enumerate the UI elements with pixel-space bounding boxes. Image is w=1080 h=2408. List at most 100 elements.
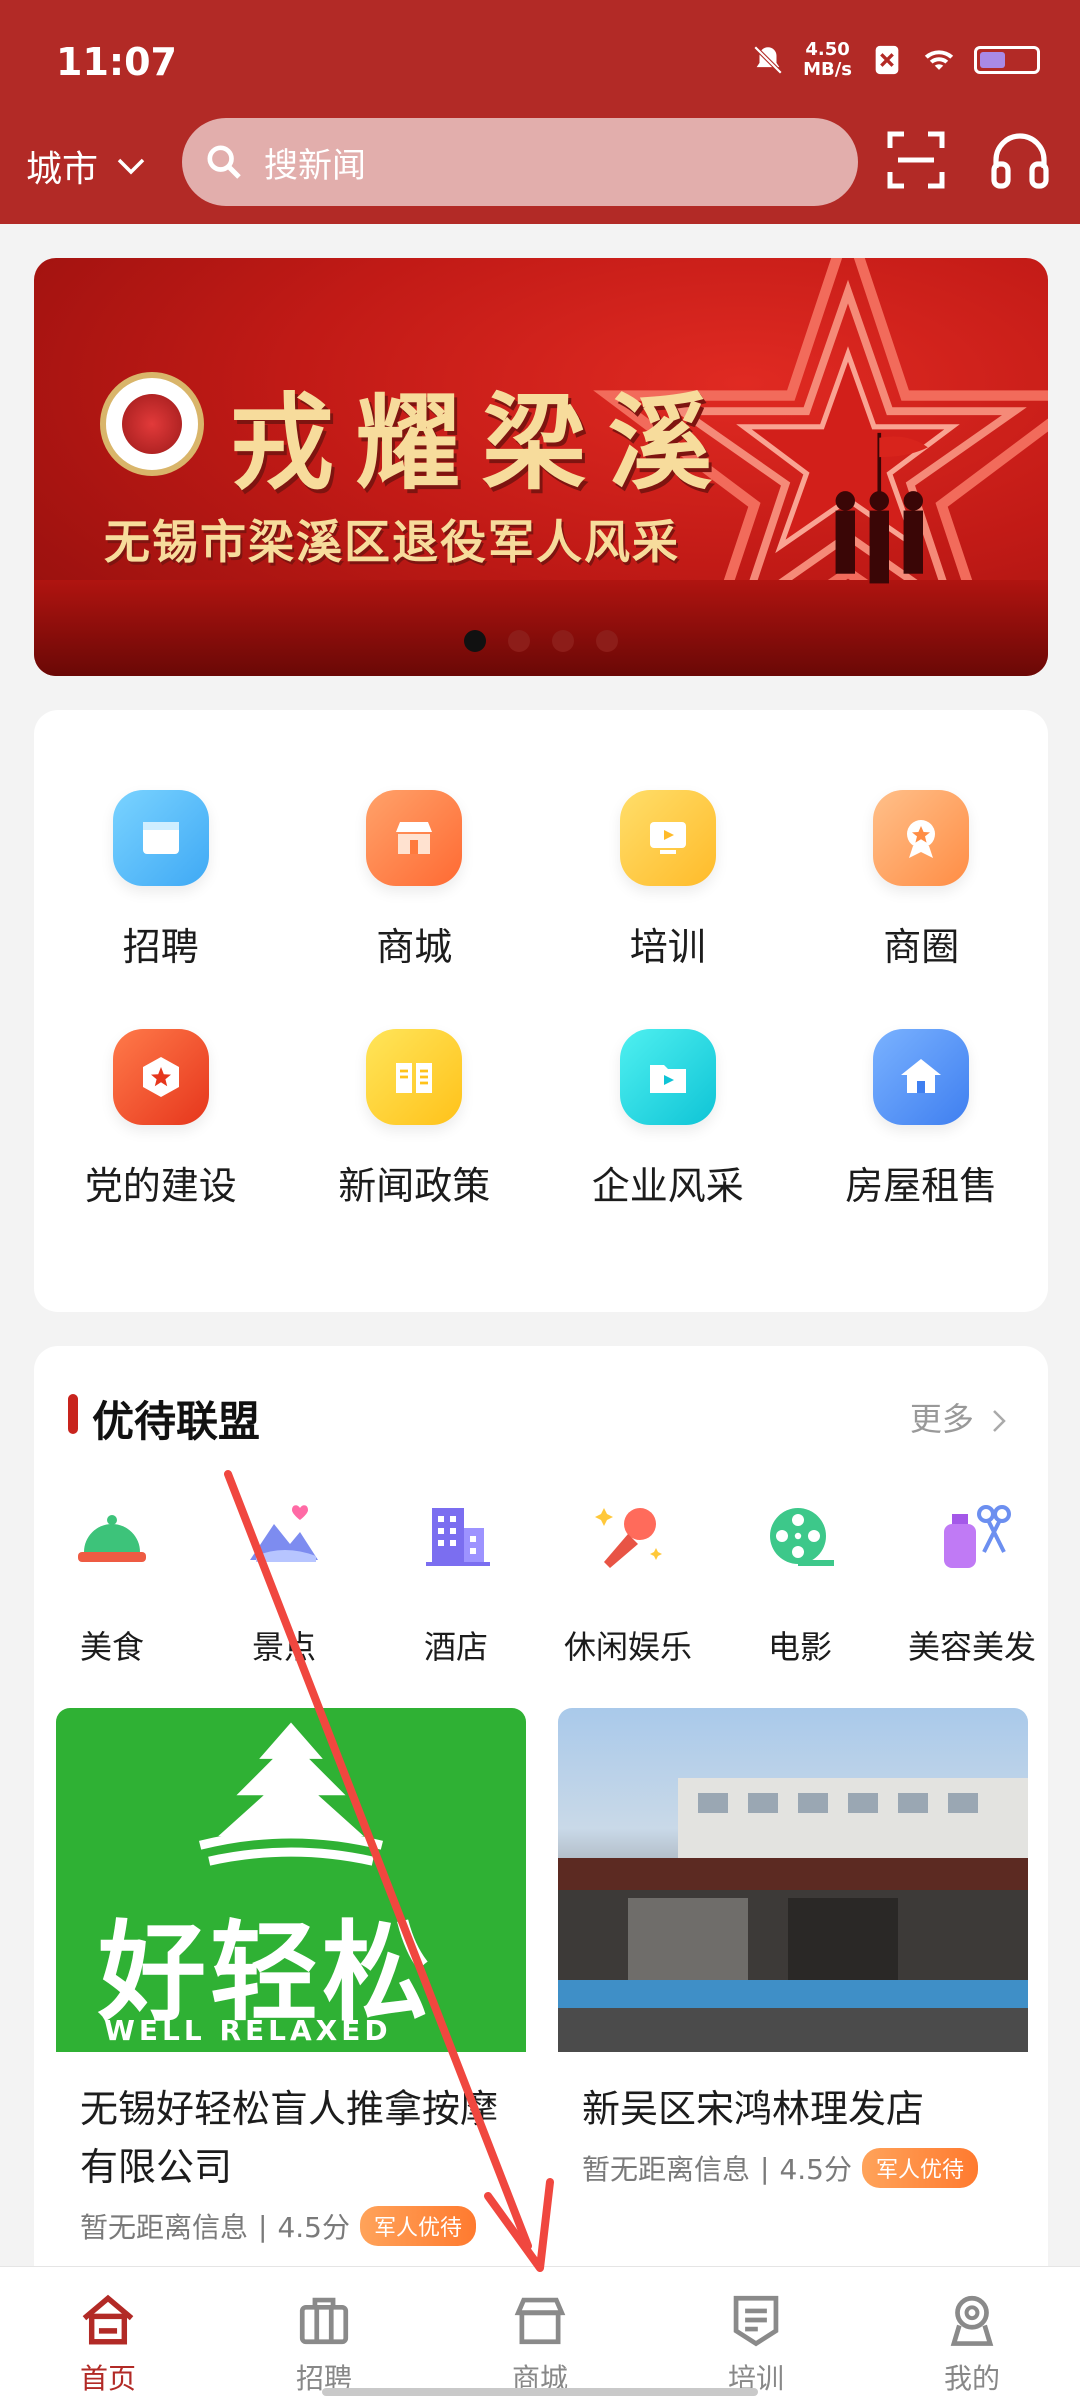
- folder-play-icon: [619, 1029, 716, 1125]
- wifi-icon: [924, 50, 954, 70]
- store-rating: 4.5分: [277, 2211, 350, 2244]
- store-meta: 暂无距离信息 | 4.5分 军人优待: [56, 2206, 526, 2246]
- category-label: 美容美发: [907, 1628, 1036, 1666]
- tab-label: 首页: [79, 2362, 136, 2395]
- hotel-building-icon: [426, 1508, 490, 1566]
- grid-item-training[interactable]: 培训: [541, 790, 795, 971]
- storefront-photo-icon: [558, 1778, 1028, 2052]
- party-star-icon: [112, 1029, 209, 1125]
- category-hotel[interactable]: 酒店: [376, 1496, 536, 1668]
- tab-home[interactable]: 首页: [0, 2267, 216, 2408]
- grid-label: 培训: [629, 925, 706, 969]
- grid-item-business[interactable]: 商圈: [795, 790, 1049, 971]
- bottom-tab-bar: 首页 招聘 商城 培训 我的: [0, 2266, 1080, 2408]
- category-label: 电影: [767, 1628, 832, 1666]
- carousel-dot-active[interactable]: [464, 630, 486, 652]
- carousel-dot[interactable]: [596, 630, 618, 652]
- grid-item-enterprise[interactable]: 企业风采: [541, 1029, 795, 1210]
- store-card[interactable]: 新吴区宋鸿林理发店 暂无距离信息 | 4.5分 军人优待: [558, 1708, 1028, 2188]
- carousel-dot[interactable]: [552, 630, 574, 652]
- category-label: 美食: [79, 1628, 144, 1666]
- grid-item-recruit[interactable]: 招聘: [34, 790, 288, 971]
- divider: |: [760, 2151, 770, 2185]
- film-reel-icon: [770, 1508, 834, 1566]
- grid-item-housing[interactable]: 房屋租售: [795, 1029, 1049, 1210]
- city-selector[interactable]: 城市: [26, 140, 146, 192]
- category-scenic[interactable]: 景点: [204, 1496, 364, 1668]
- status-icons: 4.50 MB/s: [751, 40, 1040, 80]
- store-card[interactable]: 好轻松 WELL RELAXED 无锡好轻松盲人推拿按摩有限公司 暂无距离信息 …: [56, 1708, 526, 2246]
- search-icon: [207, 145, 241, 179]
- chevron-down-icon: [117, 158, 145, 175]
- grid-label: 房屋租售: [845, 1164, 998, 1208]
- medal-icon: [873, 790, 970, 886]
- battery-icon: [974, 46, 1040, 74]
- category-label: 景点: [251, 1628, 316, 1666]
- tab-training[interactable]: 培训: [648, 2267, 864, 2408]
- category-label: 酒店: [423, 1628, 488, 1666]
- category-leisure[interactable]: 休闲娱乐: [548, 1496, 708, 1668]
- video-screen-icon: [619, 790, 716, 886]
- store-image: [558, 1708, 1028, 2052]
- category-food[interactable]: 美食: [32, 1496, 192, 1668]
- newspaper-icon: [366, 1029, 463, 1125]
- house-icon: [873, 1029, 970, 1125]
- tab-recruit[interactable]: 招聘: [216, 2267, 432, 2408]
- chevron-right-icon: [993, 1410, 1006, 1432]
- more-link[interactable]: 更多: [910, 1394, 1008, 1440]
- soldiers-silhouette-icon: [835, 432, 928, 584]
- home-indicator[interactable]: [322, 2388, 758, 2396]
- section-accent-bar: [68, 1394, 78, 1434]
- speed-unit: MB/s: [803, 59, 852, 80]
- grid-label: 商城: [376, 925, 453, 969]
- food-cloche-icon: [78, 1515, 146, 1562]
- training-shield-icon: [733, 2295, 779, 2347]
- banner-subtitle: 无锡市梁溪区退役军人风采: [104, 515, 680, 569]
- promo-banner[interactable]: 戎耀梁溪 无锡市梁溪区退役军人风采: [34, 258, 1048, 676]
- profile-icon: [950, 2295, 994, 2346]
- mountain-heart-icon: [250, 1505, 318, 1562]
- tab-label: 我的: [943, 2362, 1000, 2395]
- grid-item-mall[interactable]: 商城: [288, 790, 542, 971]
- briefcase-icon: [299, 2297, 349, 2345]
- grid-label: 新闻政策: [338, 1164, 491, 1208]
- section-title: 优待联盟: [92, 1397, 261, 1446]
- grid-label: 企业风采: [591, 1164, 744, 1208]
- grid-item-news[interactable]: 新闻政策: [288, 1029, 542, 1210]
- grid-item-party[interactable]: 党的建设: [34, 1029, 288, 1210]
- category-beauty[interactable]: 美容美发: [892, 1496, 1052, 1668]
- more-label: 更多: [909, 1400, 974, 1438]
- scan-icon[interactable]: [886, 130, 946, 190]
- speed-value: 4.50: [805, 39, 850, 60]
- home-icon: [82, 2294, 134, 2345]
- headphones-icon[interactable]: [988, 128, 1052, 192]
- category-movie[interactable]: 电影: [720, 1496, 880, 1668]
- city-label: 城市: [26, 149, 99, 190]
- alliance-section: 优待联盟 更多 美食 景点 酒店 休闲娱乐 电影 美容美发 好轻松 WELL R…: [34, 1346, 1048, 2346]
- tree-logo-icon: [198, 1722, 384, 1866]
- carousel-indicator: [34, 630, 1048, 652]
- store-rating: 4.5分: [779, 2153, 852, 2186]
- mute-bell-icon: [753, 45, 783, 75]
- store-name: 新吴区宋鸿林理发店: [582, 2087, 925, 2131]
- microphone-icon: [595, 1508, 662, 1568]
- tab-profile[interactable]: 我的: [864, 2267, 1080, 2408]
- search-placeholder: 搜新闻: [264, 145, 366, 186]
- store-distance: 暂无距离信息: [582, 2153, 751, 2186]
- carousel-dot[interactable]: [508, 630, 530, 652]
- logo-emblem: [122, 394, 182, 454]
- banner-title: 戎耀梁溪: [230, 381, 735, 504]
- status-time: 11:07: [56, 40, 177, 84]
- store-name: 无锡好轻松盲人推拿按摩有限公司: [80, 2087, 499, 2189]
- grid-label: 党的建设: [84, 1164, 237, 1208]
- shop-icon: [514, 2297, 566, 2345]
- grid-label: 招聘: [122, 925, 199, 969]
- storefront-icon: [366, 790, 463, 886]
- search-input[interactable]: 搜新闻: [182, 118, 858, 206]
- no-sim-icon: [875, 45, 899, 75]
- battery-level: [980, 52, 1006, 68]
- scissors-bottle-icon: [944, 1505, 1011, 1568]
- category-label: 休闲娱乐: [563, 1628, 692, 1666]
- browser-window-icon: [112, 790, 209, 886]
- tab-mall[interactable]: 商城: [432, 2267, 648, 2408]
